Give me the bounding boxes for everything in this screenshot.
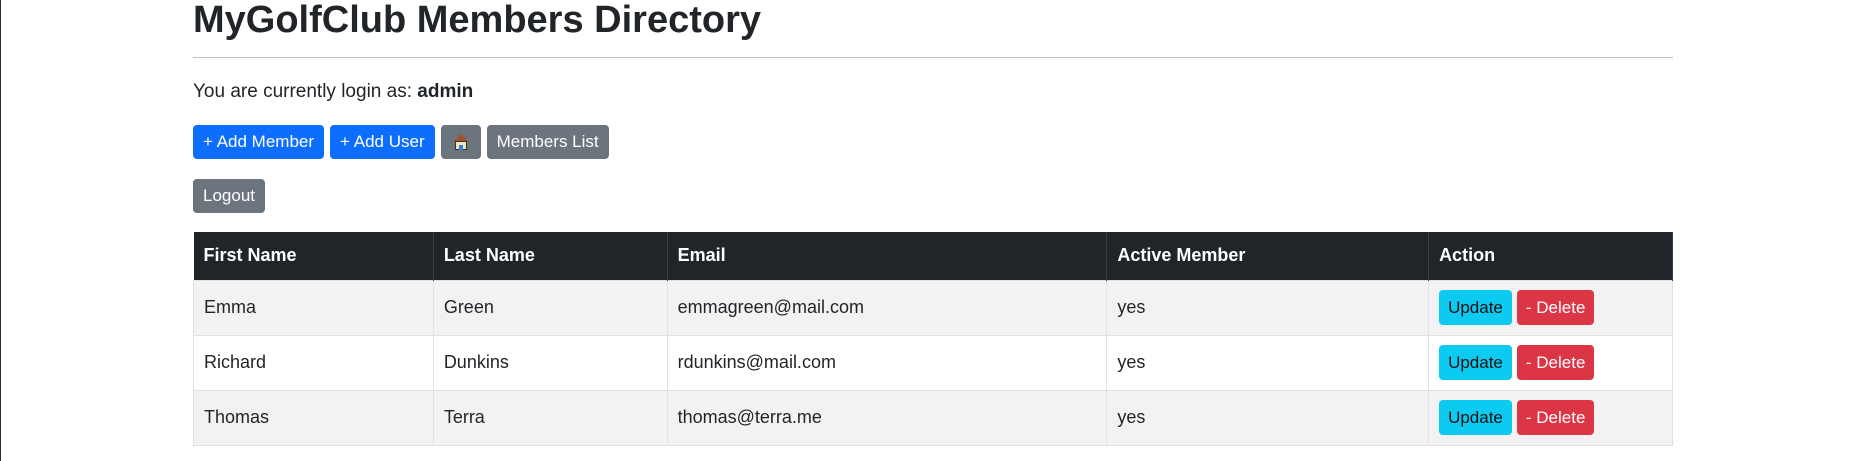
last-name-cell: Green (432, 279, 668, 336)
logout-row: Logout (193, 179, 1673, 213)
table-row: Richard Dunkins rdunkins@mail.com yes Up… (193, 334, 1673, 391)
update-button[interactable]: Update (1439, 345, 1512, 380)
window-edge (0, 0, 1, 461)
table-header-row: First Name Last Name Email Active Member… (193, 232, 1673, 280)
page-title: MyGolfClub Members Directory (193, 0, 761, 41)
active-member-cell: yes (1106, 334, 1430, 391)
table-row: Emma Green emmagreen@mail.com yes Update… (193, 279, 1673, 336)
house-icon (452, 134, 469, 150)
home-button[interactable] (440, 125, 481, 159)
logout-button[interactable]: Logout (193, 179, 265, 213)
header-email: Email (667, 232, 1108, 280)
header-last-name: Last Name (433, 232, 668, 280)
email-cell: rdunkins@mail.com (666, 334, 1108, 391)
login-prefix: You are currently login as: (193, 81, 418, 102)
login-username: admin (417, 81, 474, 102)
delete-button[interactable]: - Delete (1516, 290, 1595, 325)
first-name-cell: Emma (193, 279, 434, 336)
add-member-button[interactable]: + Add Member (193, 125, 325, 159)
divider (193, 57, 1673, 58)
main-container: MyGolfClub Members Directory You are cur… (193, 0, 1673, 446)
action-cell: Update - Delete (1428, 279, 1673, 336)
header-action: Action (1428, 232, 1673, 280)
action-cell: Update - Delete (1428, 334, 1673, 391)
active-member-cell: yes (1106, 279, 1430, 336)
header-active-member: Active Member (1106, 232, 1430, 280)
members-list-button[interactable]: Members List (486, 125, 609, 159)
first-name-cell: Richard (193, 334, 434, 391)
add-user-button[interactable]: + Add User (330, 125, 435, 159)
header-first-name: First Name (193, 232, 434, 280)
login-status: You are currently login as: admin (193, 80, 1673, 104)
email-cell: thomas@terra.me (666, 389, 1108, 446)
toolbar: + Add Member + Add User Members List (193, 125, 1673, 159)
delete-button[interactable]: - Delete (1516, 400, 1595, 435)
email-cell: emmagreen@mail.com (666, 279, 1108, 336)
first-name-cell: Thomas (193, 389, 434, 446)
table-row: Thomas Terra thomas@terra.me yes Update … (193, 389, 1673, 446)
last-name-cell: Terra (432, 389, 668, 446)
last-name-cell: Dunkins (432, 334, 668, 391)
delete-button[interactable]: - Delete (1516, 345, 1595, 380)
active-member-cell: yes (1106, 389, 1430, 446)
update-button[interactable]: Update (1439, 400, 1512, 435)
action-cell: Update - Delete (1428, 389, 1673, 446)
members-table: First Name Last Name Email Active Member… (193, 232, 1673, 446)
update-button[interactable]: Update (1439, 290, 1512, 325)
